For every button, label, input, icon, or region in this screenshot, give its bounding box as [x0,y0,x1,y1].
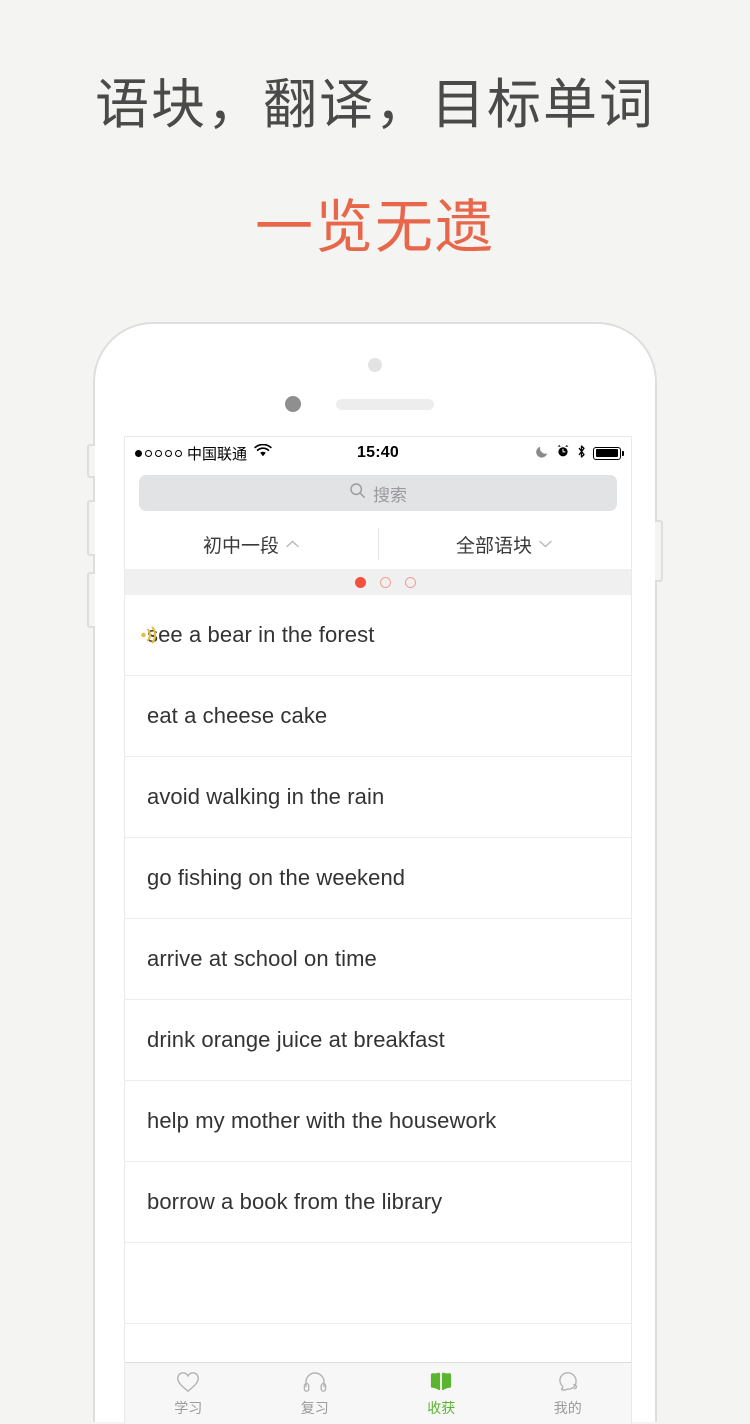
list-item[interactable]: arrive at school on time [125,919,631,1000]
filter-row: 初中一段 全部语块 [125,519,631,569]
phrase-text: help my mother with the housework [147,1108,497,1133]
search-input[interactable]: 搜索 [139,475,617,511]
filter-grade-selector[interactable]: 初中一段 [125,519,378,569]
status-bar-clock: 15:40 [357,444,399,461]
list-item[interactable]: drink orange juice at breakfast [125,1000,631,1081]
status-bar: 中国联通 15:40 [125,437,631,469]
list-item[interactable]: borrow a book from the library [125,1162,631,1243]
phrase-text: eat a cheese cake [147,703,328,728]
tab-study-label: 学习 [174,1400,203,1416]
filter-grade-label: 初中一段 [202,535,279,557]
page-indicator[interactable] [125,569,631,595]
list-item[interactable]: see a bear in the forest [125,595,631,676]
list-item[interactable]: avoid walking in the rain [125,757,631,838]
tab-review-label: 复习 [300,1400,329,1416]
page-dot-2[interactable] [379,576,391,588]
ghost-profile-icon [555,1369,581,1395]
list-item[interactable]: eat a cheese cake [125,676,631,757]
phrase-text: drink orange juice at breakfast [147,1027,445,1052]
mute-switch-button[interactable] [87,444,95,478]
phone-mockup-frame: 中国联通 15:40 搜索 初中一段 全部语块 see a bear in th… [87,322,663,1424]
tab-mine-label: 我的 [553,1400,582,1416]
speaker-audio-icon[interactable] [138,624,160,646]
promo-headline-accent: 一览无遗 [254,195,495,261]
front-camera-icon [368,358,382,372]
promo-heading-block: 语块，翻译，目标单词 一览无遗 [0,0,750,264]
volume-up-button[interactable] [87,500,95,556]
phrase-text: see a bear in the forest [147,622,375,647]
chevron-up-icon [285,533,300,555]
list-item[interactable]: go fishing on the weekend [125,838,631,919]
phrase-text: arrive at school on time [147,946,377,971]
tab-review[interactable]: 复习 [252,1363,379,1424]
filter-chunk-label: 全部语块 [455,535,532,557]
filter-chunk-selector[interactable]: 全部语块 [378,519,631,569]
phrase-text: avoid walking in the rain [147,784,385,809]
list-item[interactable] [125,1243,631,1324]
phrase-text: borrow a book from the library [147,1189,443,1214]
headphones-icon [302,1369,328,1395]
volume-down-button[interactable] [87,572,95,628]
phrase-list: see a bear in the forest eat a cheese ca… [125,595,631,1324]
tab-study[interactable]: 学习 [125,1363,252,1424]
earpiece-speaker-grille [336,399,434,410]
tab-harvest[interactable]: 收获 [378,1363,505,1424]
page-dot-3[interactable] [404,576,416,588]
proximity-sensor-icon [285,396,301,412]
phone-screen: 中国联通 15:40 搜索 初中一段 全部语块 see a bear in th… [124,436,632,1424]
phrase-text: go fishing on the weekend [147,865,406,890]
promo-headline-primary: 语块，翻译，目标单词 [95,75,655,135]
search-icon [349,482,366,504]
search-bar-container: 搜索 [125,469,631,519]
open-book-icon [427,1369,455,1395]
heart-icon [175,1369,201,1395]
power-button[interactable] [655,520,663,582]
page-dot-1[interactable] [354,576,366,588]
battery-icon [593,446,624,460]
tab-mine[interactable]: 我的 [505,1363,632,1424]
list-item[interactable]: help my mother with the housework [125,1081,631,1162]
chevron-down-icon [538,533,553,555]
tab-harvest-label: 收获 [427,1400,456,1416]
search-placeholder: 搜索 [373,485,407,505]
bottom-tab-bar: 学习 复习 收获 我的 [125,1362,631,1424]
